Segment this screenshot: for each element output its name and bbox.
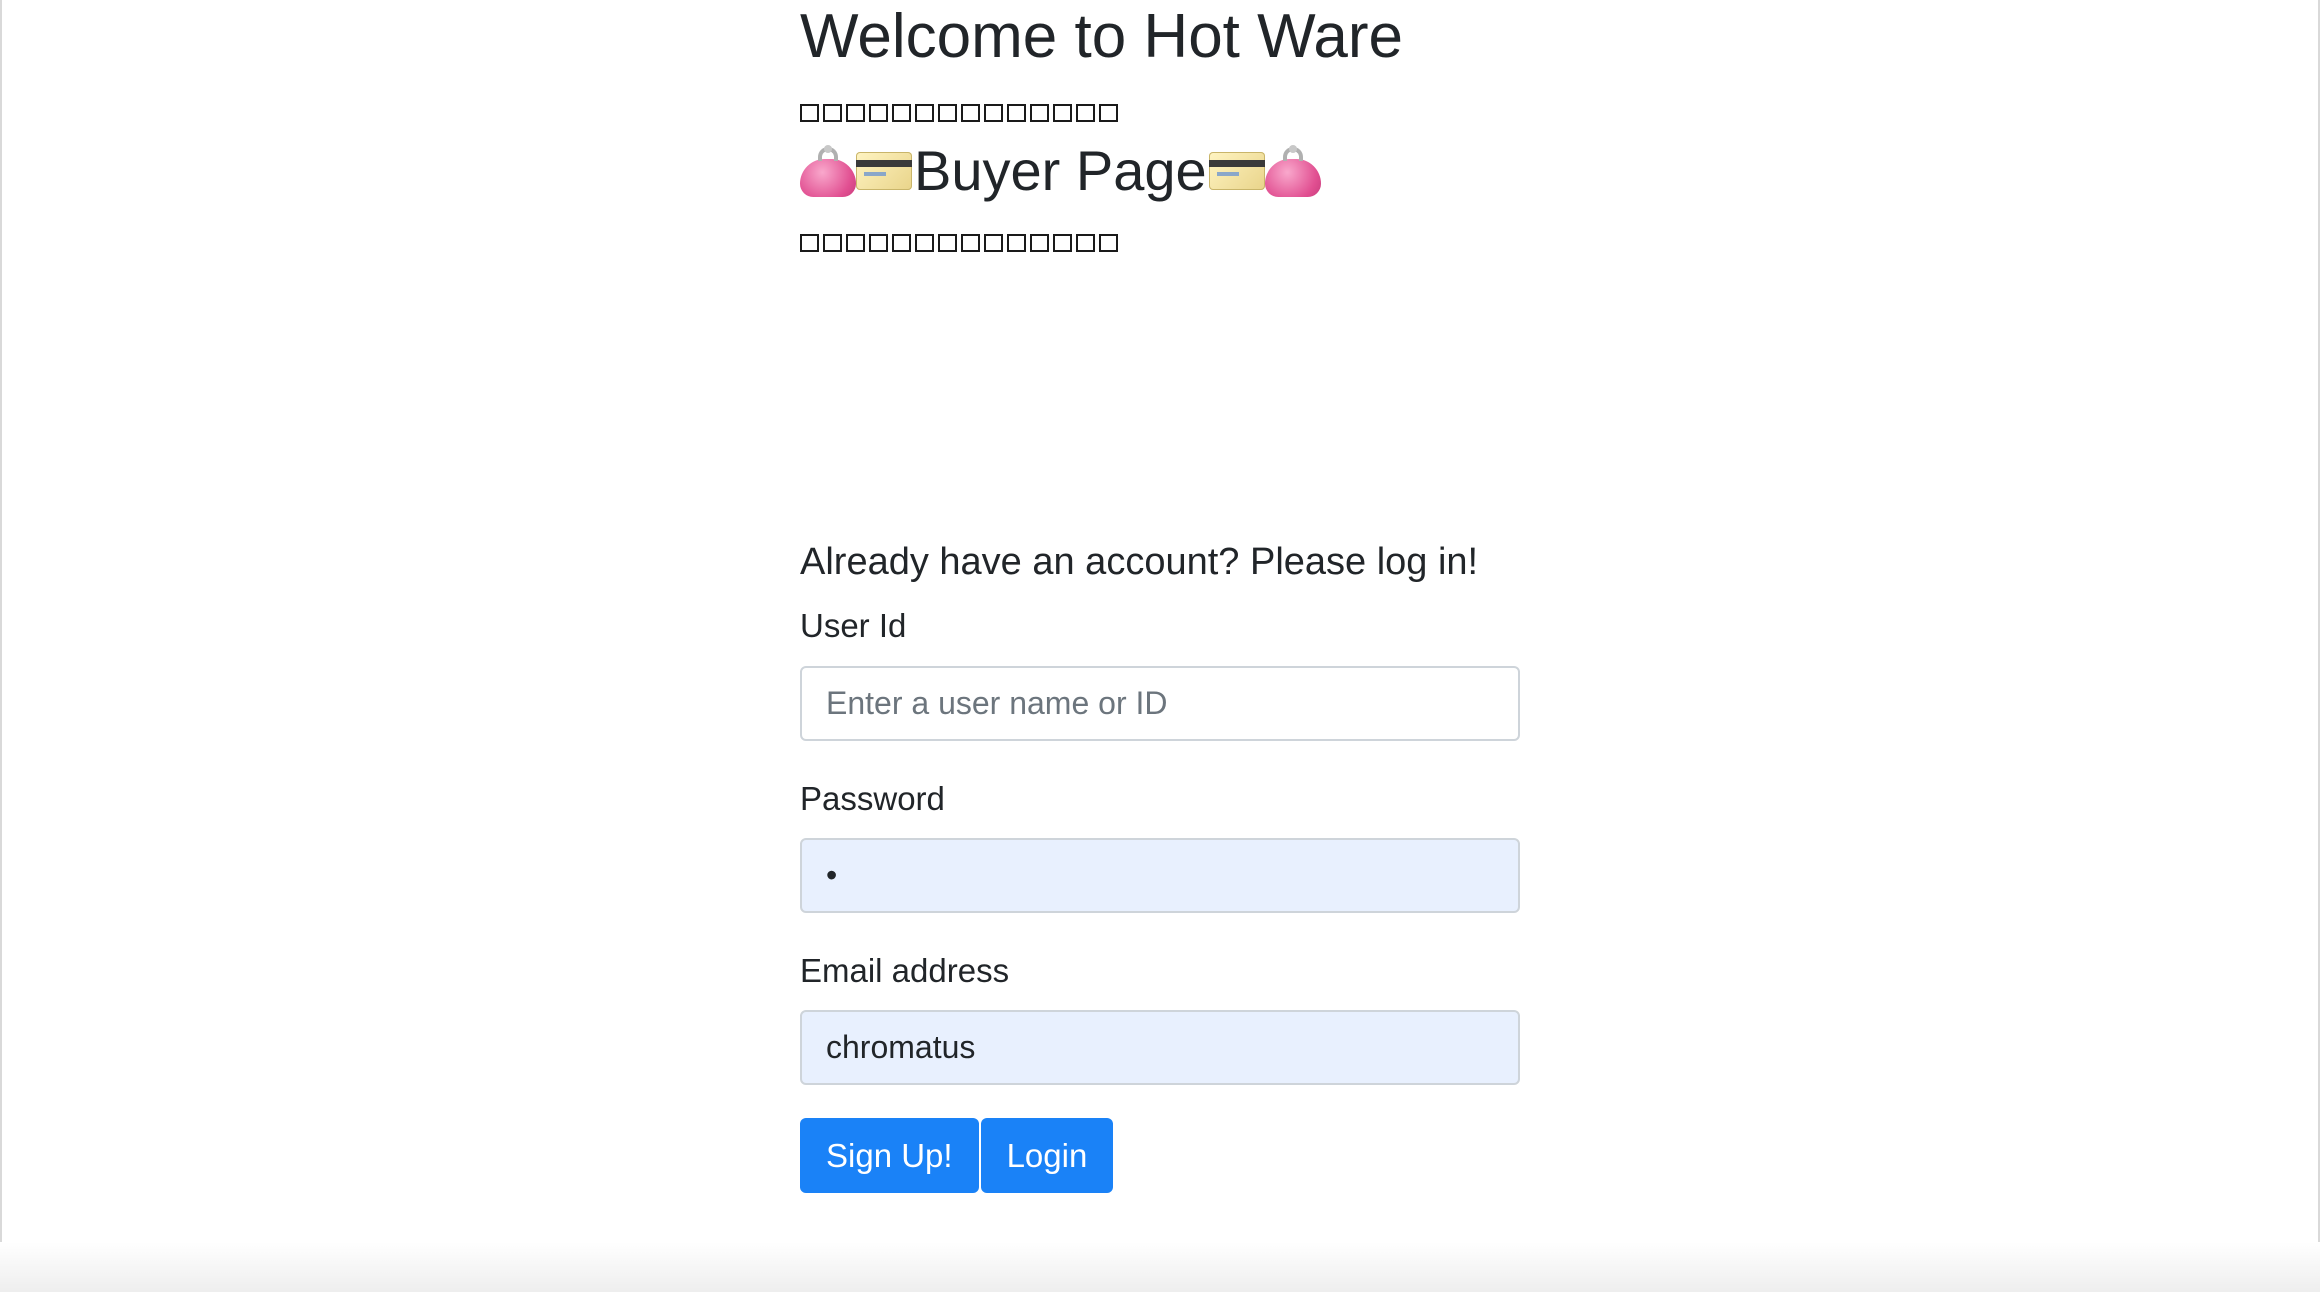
form-actions: Sign Up! Login xyxy=(800,1118,1115,1193)
missing-glyph-icon xyxy=(1076,234,1095,252)
missing-glyph-icon xyxy=(1053,234,1072,252)
credit-card-icon xyxy=(1208,152,1265,190)
window-bottom-shadow xyxy=(0,1242,2320,1292)
missing-glyph-icon xyxy=(869,104,888,122)
login-heading: Already have an account? Please log in! xyxy=(800,541,1479,583)
login-button[interactable]: Login xyxy=(980,1118,1114,1193)
missing-glyph-icon xyxy=(1007,104,1026,122)
password-label: Password xyxy=(800,780,945,817)
email-label: Email address xyxy=(800,952,1010,989)
missing-glyph-icon xyxy=(823,234,842,252)
purse-icon xyxy=(1264,145,1321,197)
missing-glyph-icon xyxy=(1030,104,1049,122)
buyer-page-heading: Buyer Page xyxy=(800,136,1321,206)
user-id-label: User Id xyxy=(800,607,907,644)
missing-glyph-icon xyxy=(915,234,934,252)
missing-glyph-icon xyxy=(938,104,957,122)
user-id-input[interactable] xyxy=(800,666,1520,741)
missing-glyph-icon xyxy=(938,234,957,252)
missing-glyph-icon xyxy=(961,234,980,252)
missing-glyph-icon xyxy=(1099,104,1118,122)
missing-glyph-row-top xyxy=(800,104,1118,122)
missing-glyph-icon xyxy=(800,104,819,122)
missing-glyph-icon xyxy=(846,104,865,122)
missing-glyph-icon xyxy=(1030,234,1049,252)
missing-glyph-icon xyxy=(892,234,911,252)
page-title: Welcome to Hot Ware xyxy=(800,2,1403,71)
missing-glyph-icon xyxy=(1053,104,1072,122)
missing-glyph-icon xyxy=(915,104,934,122)
missing-glyph-row-bottom xyxy=(800,234,1118,252)
missing-glyph-icon xyxy=(1099,234,1118,252)
missing-glyph-icon xyxy=(823,104,842,122)
missing-glyph-icon xyxy=(892,104,911,122)
purse-icon xyxy=(800,145,856,197)
missing-glyph-icon xyxy=(961,104,980,122)
missing-glyph-icon xyxy=(1076,104,1095,122)
missing-glyph-icon xyxy=(800,234,819,252)
window-left-edge xyxy=(0,0,2,1292)
missing-glyph-icon xyxy=(984,104,1003,122)
missing-glyph-icon xyxy=(869,234,888,252)
buyer-page-title: Buyer Page xyxy=(914,139,1207,202)
missing-glyph-icon xyxy=(984,234,1003,252)
credit-card-icon xyxy=(856,152,912,190)
email-input[interactable] xyxy=(800,1010,1520,1085)
missing-glyph-icon xyxy=(1007,234,1026,252)
password-input[interactable] xyxy=(800,838,1520,913)
missing-glyph-icon xyxy=(846,234,865,252)
sign-up-button[interactable]: Sign Up! xyxy=(800,1118,979,1193)
